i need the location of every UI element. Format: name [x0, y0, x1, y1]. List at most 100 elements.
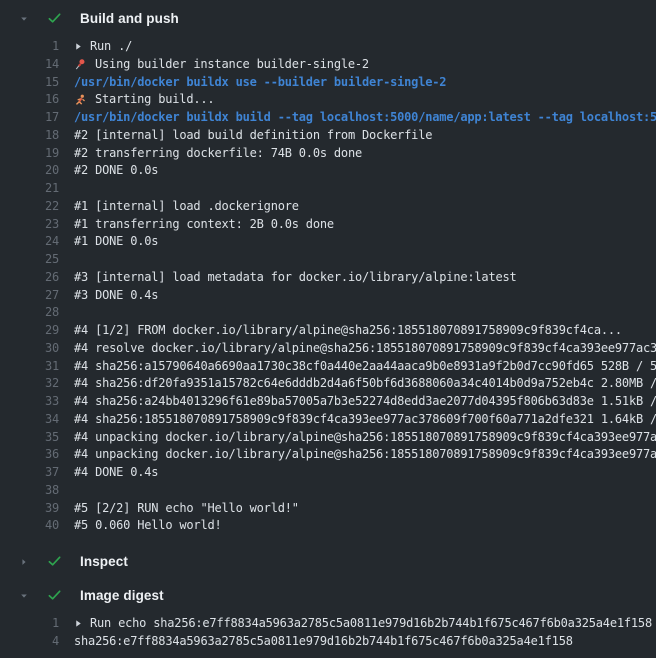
line-number[interactable]: 23: [0, 216, 59, 234]
log-line: 1 Run ./: [0, 38, 656, 56]
caret-right-icon[interactable]: [16, 554, 32, 570]
log-line: 40 #5 0.060 Hello world!: [0, 517, 656, 535]
line-number[interactable]: 14: [0, 56, 59, 74]
section-title: Build and push: [80, 11, 179, 26]
line-number[interactable]: 40: [0, 517, 59, 535]
log-line: 33 #4 sha256:a24bb4013296f61e89ba57005a7b…: [0, 393, 656, 411]
log-text: #4 sha256:df20fa9351a15782c64e6dddb2d4a6…: [74, 375, 656, 393]
log-line: 22 #1 [internal] load .dockerignore: [0, 198, 656, 216]
log-text: #2 transferring dockerfile: 74B 0.0s don…: [74, 145, 362, 163]
log-text: #4 unpacking docker.io/library/alpine@sh…: [74, 446, 656, 464]
section-title: Inspect: [80, 554, 128, 569]
log-text[interactable]: Run ./: [90, 38, 132, 56]
log-text: #5 0.060 Hello world!: [74, 517, 222, 535]
log-line: 17/usr/bin/docker buildx build --tag loc…: [0, 109, 656, 127]
log-text: #5 [2/2] RUN echo "Hello world!": [74, 500, 299, 518]
line-number[interactable]: 4: [0, 633, 59, 651]
check-icon: [46, 554, 62, 570]
log-line: 19 #2 transferring dockerfile: 74B 0.0s d…: [0, 145, 656, 163]
section-title: Image digest: [80, 588, 164, 603]
log-text: #4 sha256:a15790640a6690aa1730c38cf0a440…: [74, 358, 656, 376]
log-text: #3 DONE 0.4s: [74, 287, 158, 305]
log-line: 35 #4 unpacking docker.io/library/alpine@…: [0, 429, 656, 447]
line-number[interactable]: 19: [0, 145, 59, 163]
log-text: /usr/bin/docker buildx use --builder bui…: [74, 74, 446, 92]
line-number[interactable]: 36: [0, 446, 59, 464]
section-header-inspect[interactable]: Inspect: [0, 551, 656, 572]
line-number[interactable]: 29: [0, 322, 59, 340]
log-text: #4 DONE 0.4s: [74, 464, 158, 482]
section-header-image-digest[interactable]: Image digest: [0, 585, 656, 606]
line-number[interactable]: 38: [0, 482, 59, 500]
log-text: sha256:e7ff8834a5963a2785c5a0811e979d16b…: [74, 633, 573, 651]
log-line: 4 sha256:e7ff8834a5963a2785c5a0811e979d16…: [0, 633, 656, 651]
runner-icon: [74, 94, 87, 107]
caret-down-icon[interactable]: [16, 11, 32, 27]
log-line: 21: [0, 180, 656, 198]
log-text: /usr/bin/docker buildx build --tag local…: [74, 109, 656, 127]
log-text: #4 unpacking docker.io/library/alpine@sh…: [74, 429, 656, 447]
log-line: 16 Starting build...: [0, 91, 656, 109]
log-line: 26 #3 [internal] load metadata for docker…: [0, 269, 656, 287]
log-line: 23 #1 transferring context: 2B 0.0s done: [0, 216, 656, 234]
line-number[interactable]: 30: [0, 340, 59, 358]
line-number[interactable]: 33: [0, 393, 59, 411]
log-text: #1 [internal] load .dockerignore: [74, 198, 299, 216]
log-line: 14 Using builder instance builder-single-…: [0, 56, 656, 74]
log-line: 31 #4 sha256:a15790640a6690aa1730c38cf0a4…: [0, 358, 656, 376]
log-line: 24 #1 DONE 0.0s: [0, 233, 656, 251]
line-number[interactable]: 17: [0, 109, 59, 127]
line-number[interactable]: 16: [0, 91, 59, 109]
log-text: Using builder instance builder-single-2: [95, 56, 369, 74]
log-line: 34#4 sha256:185518070891758909c9f839cf4c…: [0, 411, 656, 429]
log-line: 30 #4 resolve docker.io/library/alpine@sh…: [0, 340, 656, 358]
line-number[interactable]: 34: [0, 411, 59, 429]
line-number[interactable]: 1: [0, 615, 59, 633]
line-number[interactable]: 1: [0, 38, 59, 56]
log-line: 37 #4 DONE 0.4s: [0, 464, 656, 482]
expand-chevron-icon[interactable]: [74, 618, 83, 629]
log-lines: 1 Run ./ 14 Using builder instance builder-…: [0, 38, 656, 535]
caret-down-icon[interactable]: [16, 588, 32, 604]
line-number[interactable]: 22: [0, 198, 59, 216]
log-line: 20 #2 DONE 0.0s: [0, 162, 656, 180]
log-text: #1 DONE 0.0s: [74, 233, 158, 251]
log-text: #2 DONE 0.0s: [74, 162, 158, 180]
line-number[interactable]: 27: [0, 287, 59, 305]
line-number[interactable]: 18: [0, 127, 59, 145]
log-line: 25: [0, 251, 656, 269]
line-number[interactable]: 37: [0, 464, 59, 482]
log-text: #4 [1/2] FROM docker.io/library/alpine@s…: [74, 322, 622, 340]
line-number[interactable]: 20: [0, 162, 59, 180]
line-number[interactable]: 28: [0, 304, 59, 322]
section-build-and-push: Build and push 1 Run ./ 14 Using builder ins…: [0, 8, 656, 535]
line-number[interactable]: 26: [0, 269, 59, 287]
log-line: 27 #3 DONE 0.4s: [0, 287, 656, 305]
expand-chevron-icon[interactable]: [74, 41, 83, 52]
log-lines: 1 Run echo sha256:e7ff8834a5963a2785c5a08…: [0, 615, 656, 651]
line-number[interactable]: 25: [0, 251, 59, 269]
log-text: #3 [internal] load metadata for docker.i…: [74, 269, 517, 287]
line-number[interactable]: 15: [0, 74, 59, 92]
workflow-log-viewer: Build and push1Run ./14Using builder ins…: [0, 0, 656, 658]
log-line: 39 #5 [2/2] RUN echo "Hello world!": [0, 500, 656, 518]
line-number[interactable]: 31: [0, 358, 59, 376]
log-text: #4 resolve docker.io/library/alpine@sha2…: [74, 340, 656, 358]
log-line: 36 #4 unpacking docker.io/library/alpine@…: [0, 446, 656, 464]
line-number[interactable]: 39: [0, 500, 59, 518]
check-icon: [46, 11, 62, 27]
pushpin-icon: [74, 58, 87, 71]
line-number[interactable]: 24: [0, 233, 59, 251]
line-number[interactable]: 32: [0, 375, 59, 393]
log-text[interactable]: Run echo sha256:e7ff8834a5963a2785c5a081…: [90, 615, 652, 633]
log-line: 29 #4 [1/2] FROM docker.io/library/alpine…: [0, 322, 656, 340]
log-line: 28: [0, 304, 656, 322]
log-text: #4 sha256:a24bb4013296f61e89ba57005a7b3e…: [74, 393, 656, 411]
log-text: #1 transferring context: 2B 0.0s done: [74, 216, 334, 234]
section-image-digest: Image digest 1 Run echo sha256:e7ff8834a59…: [0, 585, 656, 651]
line-number[interactable]: 35: [0, 429, 59, 447]
log-text: Starting build...: [95, 91, 214, 109]
line-number[interactable]: 21: [0, 180, 59, 198]
section-header-build-and-push[interactable]: Build and push: [0, 8, 656, 29]
log-line: 18#2 [internal] load build definition fr…: [0, 127, 656, 145]
